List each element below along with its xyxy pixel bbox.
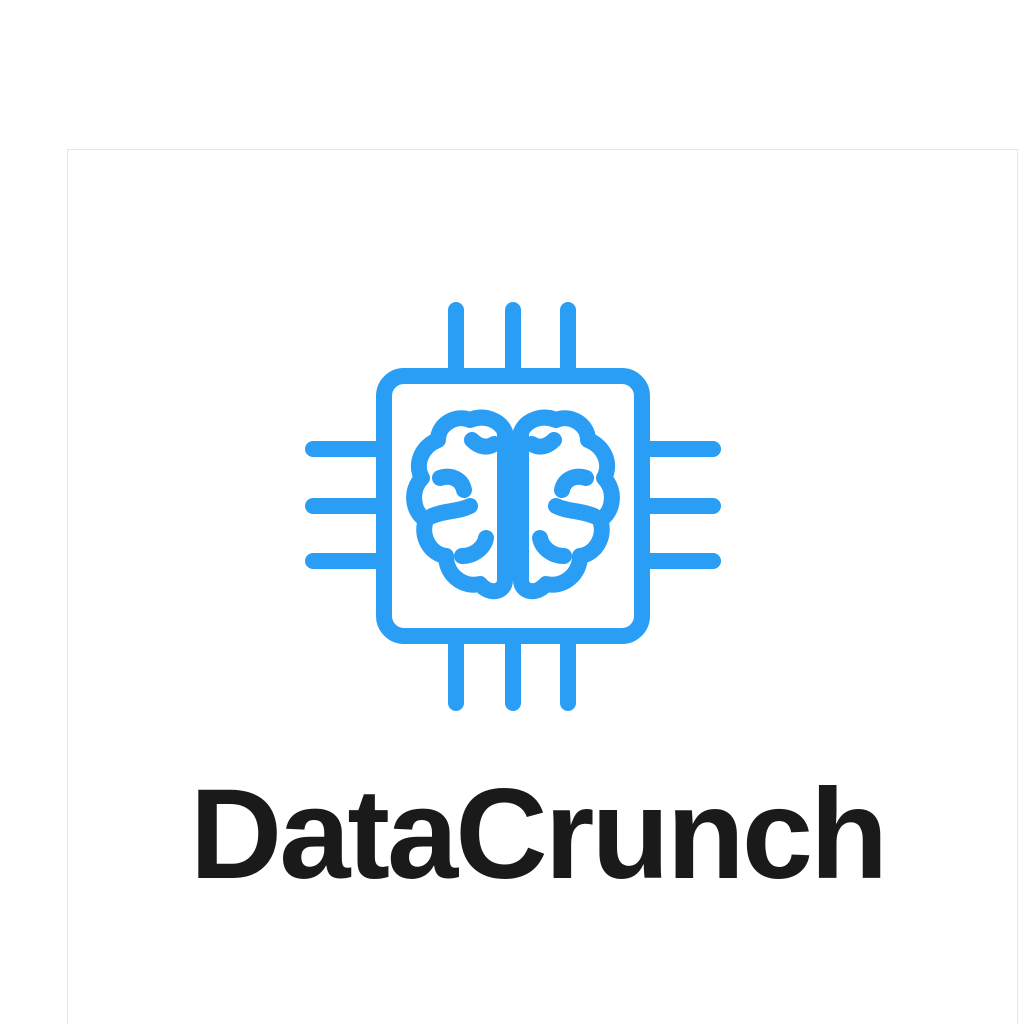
brain-fold: [548, 498, 602, 524]
brain-fold: [554, 468, 594, 498]
brain-fold: [424, 498, 478, 524]
brain-fold: [432, 468, 472, 498]
brain-fold: [532, 530, 572, 564]
brain-fold: [524, 432, 562, 455]
chip-brain-icon: [305, 302, 721, 711]
brand-wordmark: DataCrunch: [189, 763, 888, 906]
logo-canvas: DataCrunch: [0, 0, 1024, 1024]
brain-fold: [454, 530, 494, 564]
brain-fold: [464, 432, 502, 455]
